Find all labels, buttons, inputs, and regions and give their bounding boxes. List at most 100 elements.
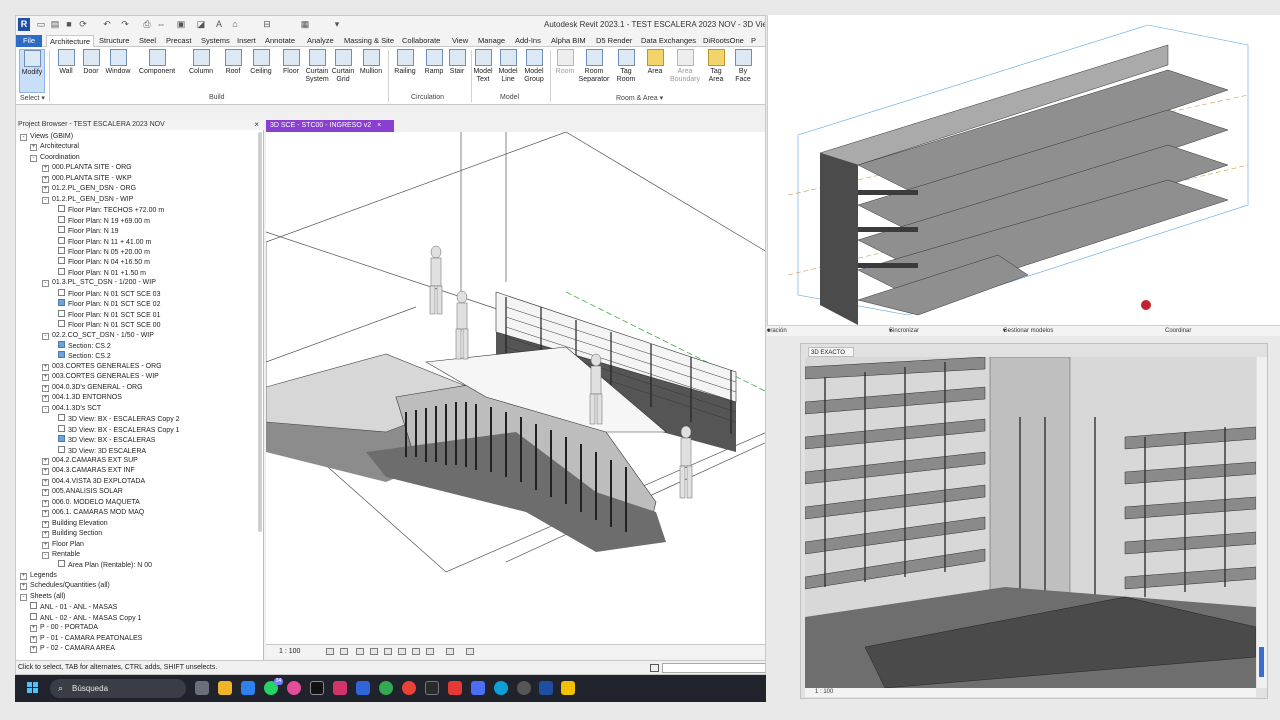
room-separator-button[interactable]: Room Separator	[577, 49, 611, 93]
expand-icon[interactable]: +	[42, 395, 49, 403]
browser-item[interactable]: + Architectural	[30, 142, 79, 152]
collapse-icon[interactable]: -	[42, 552, 49, 559]
expand-icon[interactable]: +	[30, 625, 37, 633]
collapse-icon[interactable]: -	[42, 280, 49, 288]
browser-item[interactable]: -01.3.PL_STC_DSN - 1/200 - WIP	[42, 278, 156, 288]
browser-item[interactable]: Floor Plan: N 01 SCT SCE 01	[58, 309, 160, 320]
tab-p[interactable]: P	[748, 35, 759, 47]
browser-item[interactable]: 3D View: BX - ESCALERAS Copy 1	[58, 424, 180, 435]
stair-button[interactable]: Stair	[444, 49, 470, 93]
edge-icon[interactable]	[494, 681, 508, 695]
floor-button[interactable]: Floor	[278, 49, 304, 93]
tab-3d-view[interactable]: 3D SCE - STC00 - INGRESO v2 ×	[266, 120, 394, 132]
expand-icon[interactable]: +	[42, 520, 49, 528]
browser-item[interactable]: +006.0. MODELO MAQUETA	[42, 498, 140, 508]
curtain-grid-button[interactable]: Curtain Grid	[330, 49, 356, 93]
task-view-icon[interactable]	[195, 681, 209, 695]
browser-item[interactable]: ANL - 01 - ANL - MASAS	[30, 602, 117, 612]
browser-item[interactable]: Area Plan (Rentable): N 00	[58, 560, 152, 570]
terminal-icon[interactable]	[425, 681, 439, 695]
expand-icon[interactable]: +	[42, 510, 49, 518]
select-dropdown[interactable]: Select ▾	[20, 94, 45, 102]
expand-icon[interactable]: +	[42, 384, 49, 392]
browser-item[interactable]: +004.3.CAMARAS EXT INF	[42, 466, 135, 476]
tab-annotate[interactable]: Annotate	[262, 35, 298, 47]
scrollbar-thumb[interactable]	[1259, 647, 1264, 677]
collapse-icon[interactable]: -	[42, 405, 49, 413]
browser-item[interactable]: +004.4.VISTA 3D EXPLOTADA	[42, 477, 145, 487]
wall-button[interactable]: Wall	[53, 49, 79, 93]
expand-icon[interactable]: +	[42, 186, 49, 194]
browser-item[interactable]: + P - 00 - PORTADA	[30, 623, 98, 633]
tag-room-button[interactable]: Tag Room	[614, 49, 638, 93]
browser-item[interactable]: -02.2.CO_SCT_DSN - 1/50 - WIP	[42, 331, 154, 341]
measure-icon[interactable]: ⇔	[156, 19, 166, 29]
taskbar-search[interactable]: ⌕ Búsqueda	[50, 679, 186, 698]
browser-item[interactable]: + Legends	[20, 571, 57, 581]
tab-systems[interactable]: Systems	[198, 35, 233, 47]
browser-item[interactable]: +000.PLANTA SITE - WKP	[42, 174, 132, 184]
collapse-icon[interactable]: -	[30, 154, 37, 162]
browser-item[interactable]: + P - 01 - CAMARA PEATONALES	[30, 634, 142, 644]
filter-icon[interactable]	[650, 664, 659, 672]
undo-icon[interactable]: ↶	[102, 19, 112, 29]
area-boundary-button[interactable]: Area Boundary	[668, 49, 702, 93]
curtain-system-button[interactable]: Curtain System	[304, 49, 330, 93]
tab-alpha-bim[interactable]: Alpha BIM	[548, 35, 589, 47]
expand-icon[interactable]: +	[42, 531, 49, 539]
browser-item[interactable]: -01.2.PL_GEN_DSN - WIP	[42, 195, 133, 205]
tab-3d-exacto[interactable]: 3D EXACTO	[808, 347, 854, 357]
browser-item[interactable]: +004.1.3D ENTORNOS	[42, 393, 122, 403]
ceiling-button[interactable]: Ceiling	[247, 49, 275, 93]
sync-icon[interactable]: ⟳	[78, 19, 88, 29]
browser-item[interactable]: Floor Plan: N 01 SCT SCE 00	[58, 320, 160, 330]
rt-bar-label[interactable]: oración ▾	[767, 326, 787, 337]
browser-item[interactable]: ANL - 02 - ANL - MASAS Copy 1	[30, 612, 141, 623]
collapse-icon[interactable]: -	[42, 332, 49, 340]
close-hidden-icon[interactable]: ⊟	[262, 19, 272, 29]
switch-windows-icon[interactable]: ▦	[300, 19, 310, 29]
browser-item[interactable]: + Building Elevation	[42, 519, 108, 529]
expand-icon[interactable]: +	[42, 175, 49, 183]
right-bottom-scrollbar[interactable]	[1257, 357, 1267, 688]
railing-button[interactable]: Railing	[391, 49, 419, 93]
browser-item[interactable]: +000.PLANTA SITE - ORG	[42, 163, 132, 173]
component-button[interactable]: Component	[137, 49, 177, 93]
text-icon[interactable]: A	[214, 19, 224, 29]
column-button[interactable]: Column	[186, 49, 216, 93]
browser-item[interactable]: Floor Plan: N 05 +20.00 m	[58, 246, 150, 257]
tag-area-button[interactable]: Tag Area	[704, 49, 728, 93]
revit-taskbar-icon[interactable]	[539, 681, 553, 695]
app-icon[interactable]	[471, 681, 485, 695]
revit-logo-icon[interactable]: R	[18, 18, 30, 31]
detail-level-icon[interactable]	[326, 648, 334, 655]
close-icon[interactable]: ×	[377, 122, 381, 129]
crop-view-icon[interactable]	[398, 648, 406, 655]
gestionar-modelos-dropdown[interactable]: Gestionar modelos ▾	[1003, 326, 1053, 337]
aligned-dimension-icon[interactable]: ▣	[176, 19, 186, 29]
browser-item[interactable]: 3D View: BX - ESCALERAS	[58, 435, 155, 445]
expand-icon[interactable]: +	[42, 541, 49, 549]
roof-button[interactable]: Roof	[220, 49, 246, 93]
browser-item[interactable]: -004.1.3D's SCT	[42, 404, 101, 414]
redo-icon[interactable]: ↷	[120, 19, 130, 29]
browser-item[interactable]: +003.CORTES GENERALES - ORG	[42, 362, 162, 372]
shadows-icon[interactable]	[370, 648, 378, 655]
expand-icon[interactable]: +	[30, 144, 37, 152]
sun-path-icon[interactable]	[356, 648, 364, 655]
reveal-hidden-icon[interactable]	[466, 648, 474, 655]
expand-icon[interactable]: +	[42, 478, 49, 486]
tab-insert[interactable]: Insert	[234, 35, 259, 47]
windows-start-icon[interactable]	[27, 682, 39, 694]
collapse-icon[interactable]: -	[42, 196, 49, 204]
browser-item[interactable]: Floor Plan: N 01 SCT SCE 02	[58, 299, 160, 309]
visual-style-icon[interactable]	[340, 648, 348, 655]
door-button[interactable]: Door	[78, 49, 104, 93]
view-scale[interactable]: 1 : 100	[815, 689, 833, 695]
browser-item[interactable]: +004.0.3D's GENERAL - ORG	[42, 383, 143, 393]
customize-qat-icon[interactable]: ▾	[332, 19, 342, 29]
expand-icon[interactable]: +	[42, 457, 49, 465]
expand-icon[interactable]: +	[30, 646, 37, 654]
tab-file[interactable]: File	[16, 35, 42, 47]
mullion-button[interactable]: Mullion	[357, 49, 385, 93]
